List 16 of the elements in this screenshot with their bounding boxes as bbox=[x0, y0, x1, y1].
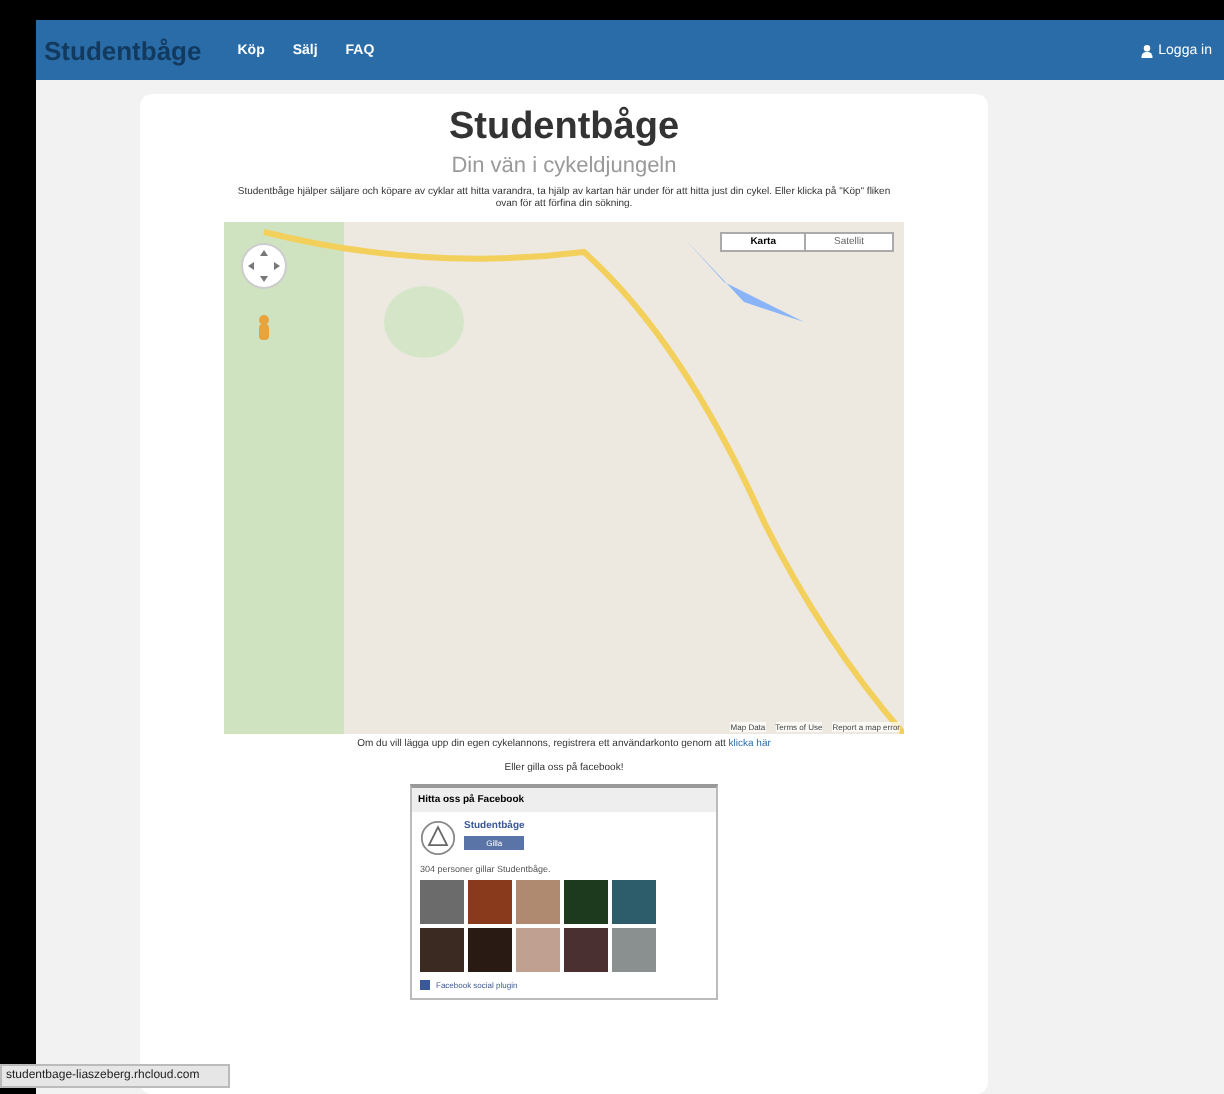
page-title: Studentbåge bbox=[448, 106, 680, 150]
page-subtitle: Din vän i cykeldjungeln bbox=[451, 154, 677, 178]
user-icon bbox=[1140, 43, 1155, 57]
photo-placeholder[interactable] bbox=[612, 880, 656, 924]
photo-placeholder[interactable] bbox=[564, 928, 608, 972]
facebook-icon bbox=[420, 980, 430, 990]
photo-placeholder[interactable] bbox=[516, 928, 560, 972]
photo-placeholder[interactable] bbox=[468, 880, 512, 924]
photo-placeholder[interactable] bbox=[420, 880, 464, 924]
photo-placeholder[interactable] bbox=[612, 928, 656, 972]
photo-placeholder[interactable] bbox=[564, 880, 608, 924]
photo-placeholder[interactable] bbox=[516, 880, 560, 924]
pegman-icon[interactable] bbox=[256, 314, 272, 346]
pan-control-icon[interactable] bbox=[240, 242, 288, 290]
photo-placeholder[interactable] bbox=[468, 928, 512, 972]
photo-placeholder[interactable] bbox=[420, 928, 464, 972]
